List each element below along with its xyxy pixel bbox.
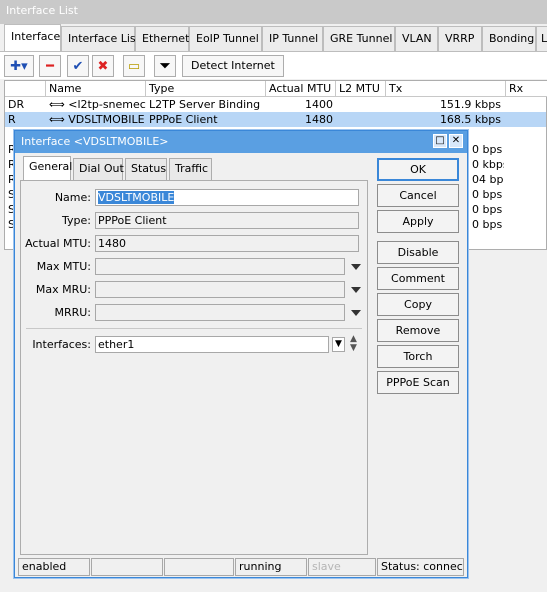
divider (26, 328, 362, 329)
filter-icon[interactable]: ⏷ (154, 55, 176, 77)
tab-bar: Interface Interface List Ethernet EoIP T… (0, 24, 547, 52)
max-mtu-dropdown-icon[interactable] (351, 264, 361, 270)
interfaces-dropdown-icon[interactable]: ▼ (332, 337, 345, 352)
status-connection: Status: connec... (377, 558, 464, 576)
maximize-icon[interactable]: □ (433, 134, 447, 148)
row-type: L2TP Server Binding (149, 98, 261, 111)
row-name-text: <l2tp-snemec> (68, 98, 146, 111)
interfaces-label: Interfaces: (32, 338, 91, 351)
row-flag: R (8, 113, 16, 126)
row-flag: DR (8, 98, 25, 111)
table-row[interactable]: R ⟺ VDSLTMOBILE PPPoE Client 1480 168.5 … (5, 112, 546, 127)
tab-more[interactable]: L (536, 26, 547, 51)
tab-eoip-tunnel[interactable]: EoIP Tunnel (189, 26, 262, 51)
tab-gre-tunnel[interactable]: GRE Tunnel (323, 26, 395, 51)
max-mru-field[interactable] (95, 281, 345, 298)
dialog-title-bar[interactable]: Interface <VDSLTMOBILE> □ ✕ (15, 131, 467, 153)
row-tx: 04 bps (472, 173, 504, 186)
actual-mtu-field: 1480 (95, 235, 359, 252)
pppoe-scan-button[interactable]: PPPoE Scan (377, 371, 459, 394)
name-label: Name: (54, 191, 91, 204)
tab-vlan[interactable]: VLAN (395, 26, 438, 51)
mrru-field[interactable] (95, 304, 345, 321)
row-name-text: VDSLTMOBILE (68, 113, 145, 126)
row-tx: 0 bps (472, 143, 503, 156)
column-tx[interactable]: Tx (386, 81, 506, 97)
tab-vrrp[interactable]: VRRP (438, 26, 482, 51)
cancel-button[interactable]: Cancel (377, 184, 459, 207)
toolbar: ✚▾ ━ ✔ ✖ ▭ ⏷ Detect Internet (0, 51, 547, 79)
name-field[interactable]: VDSLTMOBILE (95, 189, 359, 206)
row-type: PPPoE Client (149, 113, 218, 126)
torch-button[interactable]: Torch (377, 345, 459, 368)
max-mru-dropdown-icon[interactable] (351, 287, 361, 293)
detect-internet-button[interactable]: Detect Internet (182, 55, 284, 77)
tab-bonding[interactable]: Bonding (482, 26, 536, 51)
row-tx: 0 bps (472, 218, 503, 231)
status-running: running (235, 558, 307, 576)
tab-dial-out[interactable]: Dial Out (73, 158, 124, 180)
interface-icon: ⟺ (49, 98, 69, 111)
column-flag[interactable] (5, 81, 46, 97)
type-field: PPPoE Client (95, 212, 359, 229)
comment-icon[interactable]: ▭ (123, 55, 145, 77)
interface-icon: ⟺ (49, 113, 69, 126)
column-type[interactable]: Type (146, 81, 266, 97)
remove-button[interactable]: Remove (377, 319, 459, 342)
row-tx: 168.5 kbps (439, 113, 501, 126)
tab-interface-list[interactable]: Interface List (61, 26, 140, 51)
general-panel: Name: VDSLTMOBILE Type: PPPoE Client Act… (20, 180, 368, 555)
max-mru-label: Max MRU: (35, 283, 91, 296)
max-mtu-label: Max MTU: (36, 260, 91, 273)
column-actual-mtu[interactable]: Actual MTU (266, 81, 336, 97)
ok-button[interactable]: OK (377, 158, 459, 181)
row-tx: 0 bps (472, 188, 503, 201)
row-mtu: 1400 (305, 98, 333, 111)
tab-status[interactable]: Status (125, 158, 167, 180)
add-icon[interactable]: ✚▾ (4, 55, 34, 77)
remove-icon[interactable]: ━ (39, 55, 61, 77)
mrru-dropdown-icon[interactable] (351, 310, 361, 316)
row-tx: 0 bps (472, 203, 503, 216)
row-tx: 151.9 kbps (439, 98, 501, 111)
tab-ip-tunnel[interactable]: IP Tunnel (262, 26, 323, 51)
tab-traffic[interactable]: Traffic (169, 158, 212, 180)
disable-icon[interactable]: ✖ (92, 55, 114, 77)
actual-mtu-label: Actual MTU: (25, 237, 91, 250)
copy-button[interactable]: Copy (377, 293, 459, 316)
disable-button[interactable]: Disable (377, 241, 459, 264)
mrru-label: MRRU: (54, 306, 91, 319)
max-mtu-field[interactable] (95, 258, 345, 275)
column-name[interactable]: Name (46, 81, 146, 97)
close-icon[interactable]: ✕ (449, 134, 463, 148)
row-name: ⟺ VDSLTMOBILE (46, 112, 146, 127)
interfaces-select[interactable]: ether1 (95, 336, 329, 353)
status-slave: slave (308, 558, 376, 576)
column-l2-mtu[interactable]: L2 MTU (336, 81, 386, 97)
tab-general[interactable]: General (23, 156, 72, 181)
row-mtu: 1480 (305, 113, 333, 126)
comment-button[interactable]: Comment (377, 267, 459, 290)
status-enabled: enabled (18, 558, 90, 576)
status-empty (164, 558, 234, 576)
enable-icon[interactable]: ✔ (67, 55, 89, 77)
interface-dialog: Interface <VDSLTMOBILE> □ ✕ General Dial… (14, 130, 468, 578)
apply-button[interactable]: Apply (377, 210, 459, 233)
dialog-title: Interface <VDSLTMOBILE> (21, 135, 169, 148)
row-tx: 0 kbps (472, 158, 504, 171)
tab-interface[interactable]: Interface (4, 24, 61, 52)
tab-ethernet[interactable]: Ethernet (135, 26, 189, 51)
name-field-value: VDSLTMOBILE (98, 191, 175, 204)
column-rx[interactable]: Rx (506, 81, 547, 97)
status-empty (91, 558, 163, 576)
interfaces-add-remove-icon[interactable]: ▲ ▼ (350, 335, 357, 353)
type-label: Type: (62, 214, 91, 227)
row-name: ⟺ <l2tp-snemec> (46, 97, 146, 112)
window-title: Interface List (0, 0, 547, 24)
